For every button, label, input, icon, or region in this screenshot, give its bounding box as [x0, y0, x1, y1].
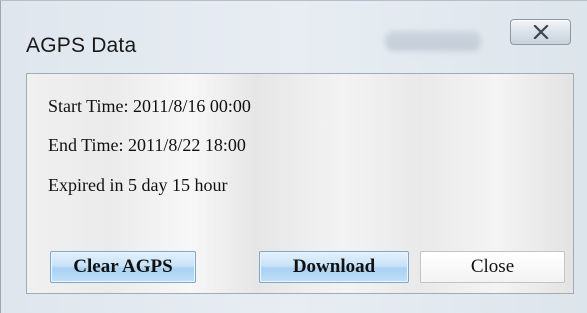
close-button[interactable]: Close	[420, 251, 565, 283]
dialog-content: Start Time: 2011/8/16 00:00 End Time: 20…	[26, 73, 574, 294]
start-time-label: Start Time: 2011/8/16 00:00	[48, 96, 251, 116]
dialog-title: AGPS Data	[26, 34, 137, 57]
title-bar-blur-region	[385, 31, 481, 51]
close-icon	[532, 25, 549, 39]
title-bar[interactable]: AGPS Data	[1, 1, 587, 69]
end-time-label: End Time: 2011/8/22 18:00	[48, 135, 246, 155]
dialog-window: AGPS Data Start Time: 2011/8/16 00:00 En…	[0, 0, 587, 313]
download-button[interactable]: Download	[259, 251, 409, 283]
window-close-button[interactable]	[510, 19, 571, 45]
expiry-label: Expired in 5 day 15 hour	[48, 175, 228, 195]
clear-agps-button[interactable]: Clear AGPS	[50, 251, 196, 283]
